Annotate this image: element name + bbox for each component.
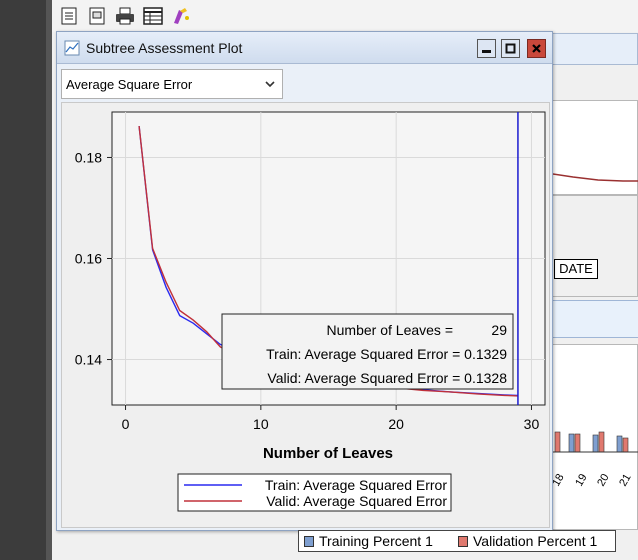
background-highlight-strip xyxy=(552,300,638,338)
main-toolbar xyxy=(52,0,638,32)
hover-tooltip: Number of Leaves = 29 Train: Average Squ… xyxy=(221,313,514,390)
y-tick-label: 0.18 xyxy=(75,149,102,165)
background-bar-fragment: 18 19 20 21 xyxy=(553,431,638,489)
tooltip-leaves-value: 29 xyxy=(491,322,507,338)
assessment-chart[interactable]: 0.14 0.16 0.18 0 10 20 30 Number of Leaves Nu… xyxy=(62,103,549,527)
validation-swatch xyxy=(458,535,468,547)
tooltip-valid-error: Valid: Average Squared Error = 0.1328 xyxy=(267,370,507,386)
tooltip-train-error: Train: Average Squared Error = 0.1329 xyxy=(266,346,507,362)
background-line-fragment xyxy=(553,173,638,182)
x-axis: 0 10 20 30 xyxy=(122,405,540,432)
highlight-brush-icon[interactable] xyxy=(170,5,192,27)
table-view-icon[interactable] xyxy=(142,5,164,27)
y-axis: 0.14 0.16 0.18 xyxy=(75,149,112,368)
background-table-panel xyxy=(552,195,638,297)
svg-text:21: 21 xyxy=(617,472,634,489)
svg-text:19: 19 xyxy=(573,472,590,489)
background-bar-legend: Training Percent 1 Validation Percent 1 xyxy=(298,530,616,552)
background-bar-panel: 18 19 20 21 xyxy=(552,344,638,530)
background-plot-panel xyxy=(552,100,638,195)
subtree-assessment-window: Subtree Assessment Plot Average Square E… xyxy=(56,31,553,531)
close-button[interactable] xyxy=(527,39,546,58)
y-tick-label: 0.14 xyxy=(75,352,102,368)
chevron-down-icon xyxy=(265,81,275,88)
window-title: Subtree Assessment Plot xyxy=(86,40,243,56)
plot-panel: 0.14 0.16 0.18 0 10 20 30 Number of Leaves Nu… xyxy=(61,102,550,528)
close-icon xyxy=(532,44,541,53)
legend-validation-item: Validation Percent 1 xyxy=(458,531,597,551)
statistic-dropdown[interactable]: Average Square Error xyxy=(61,69,283,99)
notes-icon[interactable] xyxy=(58,5,80,27)
legend-training-item: Training Percent 1 xyxy=(304,531,433,551)
x-tick-label: 10 xyxy=(253,416,269,432)
tooltip-leaves-label: Number of Leaves = xyxy=(327,322,453,338)
x-tick-label: 30 xyxy=(524,416,540,432)
minimize-icon xyxy=(482,50,491,53)
legend-train-label: Train: Average Squared Error xyxy=(265,477,447,493)
left-desktop-strip xyxy=(0,0,46,560)
printer-icon[interactable] xyxy=(114,5,136,27)
print-preview-icon[interactable] xyxy=(86,5,108,27)
legend-training-label: Training Percent 1 xyxy=(319,533,433,549)
statistic-dropdown-value: Average Square Error xyxy=(66,77,193,92)
y-tick-label: 0.16 xyxy=(75,251,102,267)
x-tick-label: 0 xyxy=(122,416,130,432)
svg-text:18: 18 xyxy=(553,472,567,489)
background-tab-strip xyxy=(552,33,638,65)
minimize-button[interactable] xyxy=(477,39,496,58)
legend-validation-label: Validation Percent 1 xyxy=(473,533,598,549)
background-date-label: DATE xyxy=(554,259,598,279)
window-titlebar[interactable]: Subtree Assessment Plot xyxy=(57,32,552,64)
maximize-button[interactable] xyxy=(501,39,520,58)
legend-valid-label: Valid: Average Squared Error xyxy=(266,493,447,509)
plot-window-icon xyxy=(64,40,80,56)
svg-text:20: 20 xyxy=(595,472,612,489)
x-axis-label: Number of Leaves xyxy=(263,445,393,462)
chart-legend: Train: Average Squared Error Valid: Aver… xyxy=(177,473,452,512)
maximize-icon xyxy=(505,43,516,54)
x-tick-label: 20 xyxy=(388,416,404,432)
training-swatch xyxy=(304,535,314,547)
